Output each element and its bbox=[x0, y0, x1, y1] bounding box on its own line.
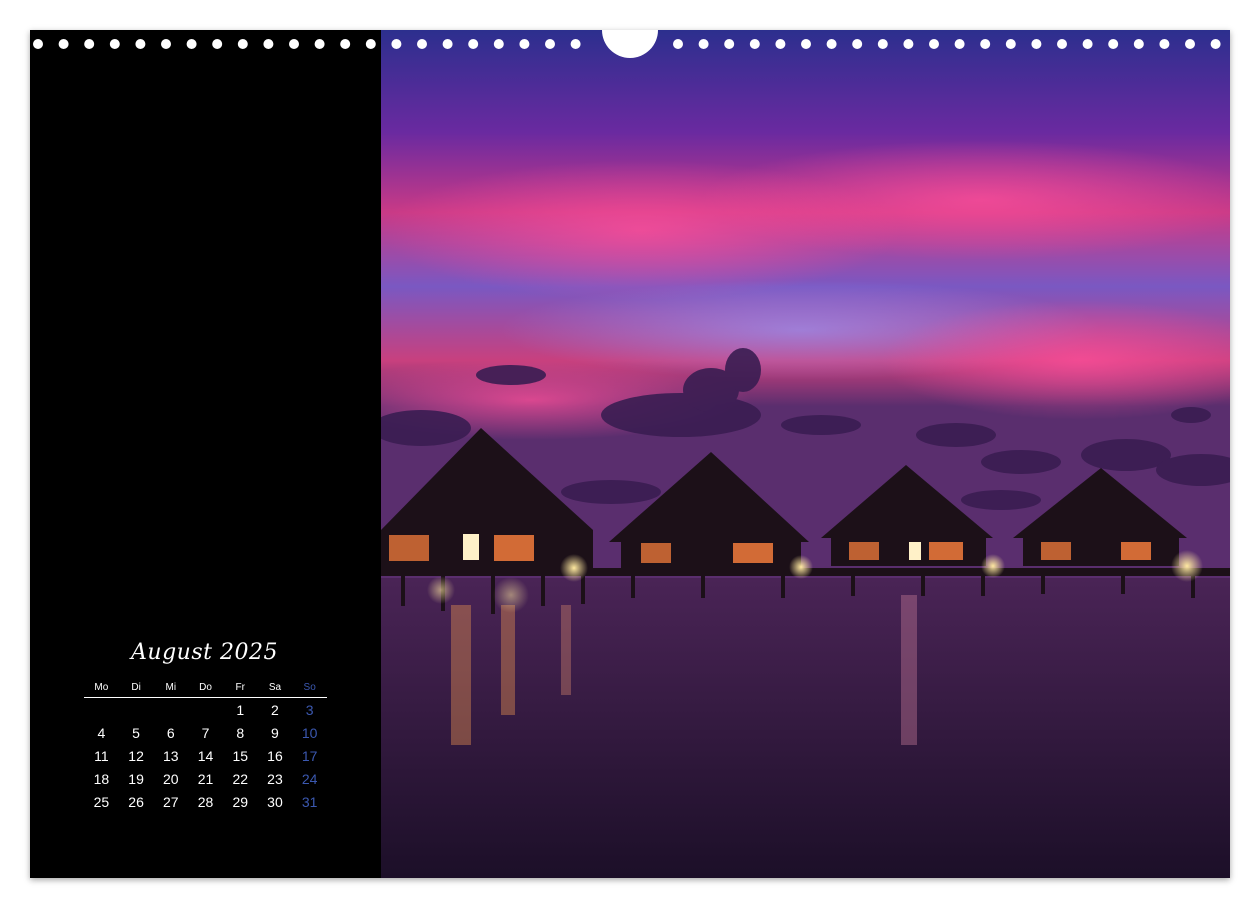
binding-hole bbox=[903, 39, 914, 49]
day-cell: 20 bbox=[163, 770, 179, 787]
day-cell: 14 bbox=[197, 747, 214, 764]
day-cell: 8 bbox=[236, 724, 245, 741]
binding-hole bbox=[570, 39, 581, 49]
binding-hole bbox=[1057, 39, 1067, 49]
weekday-label: Di bbox=[131, 682, 141, 693]
binding-hole bbox=[84, 39, 95, 49]
day-cell: 31 bbox=[301, 793, 318, 810]
day-cell: 24 bbox=[301, 770, 318, 787]
binding-hole bbox=[980, 39, 991, 49]
day-cell: 22 bbox=[232, 770, 249, 787]
day-cell: 1 bbox=[236, 701, 245, 718]
day-cell: 4 bbox=[97, 724, 106, 741]
binding-hole bbox=[775, 39, 786, 49]
day-cell: 27 bbox=[163, 793, 179, 810]
binding-hole bbox=[801, 39, 811, 49]
day-cell: 7 bbox=[201, 724, 210, 741]
day-cell: 5 bbox=[132, 724, 140, 741]
calendar-panel: August 2025 Mo Di Mi Do Fr Sa So 1 2 3 4 5 6 7 8 9 10 11… bbox=[30, 30, 381, 878]
weekday-label: Mo bbox=[94, 682, 109, 693]
day-cell: 21 bbox=[197, 770, 214, 787]
weekday-header: Mo Di Mi Do Fr Sa So bbox=[84, 682, 327, 698]
binding-hole bbox=[545, 39, 555, 49]
binding-hole bbox=[519, 39, 530, 49]
week-row: 4 5 6 7 8 9 10 bbox=[84, 721, 327, 744]
binding-hole bbox=[109, 39, 120, 49]
month-title: August 2025 bbox=[131, 640, 278, 665]
day-cell: 19 bbox=[128, 770, 144, 787]
binding-hole bbox=[212, 39, 223, 49]
binding-hole bbox=[1185, 39, 1195, 49]
week-row: 1 2 3 bbox=[84, 698, 327, 721]
weekday-label: Do bbox=[199, 682, 212, 693]
weekday-label: Sa bbox=[268, 682, 282, 693]
week-row: 18 19 20 21 22 23 24 bbox=[84, 767, 327, 790]
day-cell: 26 bbox=[128, 793, 144, 810]
binding-hole bbox=[698, 39, 709, 49]
binding-hole bbox=[1159, 39, 1170, 49]
binding-hole bbox=[289, 39, 299, 49]
month-grid: Mo Di Mi Do Fr Sa So 1 2 3 4 5 6 7 8 9 10 11 12 13 14 15 16 17… bbox=[84, 682, 327, 813]
day-cell: 23 bbox=[267, 770, 283, 787]
day-cell: 3 bbox=[305, 701, 314, 718]
weekday-label: So bbox=[303, 682, 316, 693]
calendar-page: August 2025 Mo Di Mi Do Fr Sa So 1 2 3 4 5 6 7 8 9 10 11… bbox=[30, 30, 1230, 878]
binding-hole bbox=[493, 39, 504, 49]
binding-hole bbox=[58, 39, 69, 49]
binding-hole bbox=[852, 39, 863, 49]
day-cell: 12 bbox=[128, 747, 144, 764]
binding-hole bbox=[1210, 39, 1221, 49]
day-cell: 25 bbox=[93, 793, 110, 810]
binding-hole bbox=[417, 39, 427, 49]
weekday-label: Fr bbox=[235, 682, 245, 693]
binding-hole bbox=[954, 39, 965, 49]
weeks: 1 2 3 4 5 6 7 8 9 10 11 12 13 14 15 16 17 18 19 20 21 22 23 24 2… bbox=[84, 698, 327, 813]
binding-hole bbox=[929, 39, 939, 49]
binding-hole bbox=[1031, 39, 1042, 49]
binding-hole bbox=[263, 39, 274, 49]
week-row: 25 26 27 28 29 30 31 bbox=[84, 790, 327, 813]
binding-hole bbox=[33, 39, 43, 49]
binding-hole bbox=[391, 39, 402, 49]
binding-hole bbox=[877, 39, 888, 49]
sunset-bungalow-photo bbox=[381, 30, 1230, 878]
binding-hole bbox=[340, 39, 351, 49]
binding-hole bbox=[1108, 39, 1119, 49]
day-cell: 9 bbox=[271, 724, 279, 741]
day-cell: 15 bbox=[232, 747, 249, 764]
binding-hole bbox=[186, 39, 197, 49]
day-cell: 18 bbox=[93, 770, 110, 787]
day-cell: 17 bbox=[301, 747, 318, 764]
day-cell: 30 bbox=[267, 793, 283, 810]
day-cell: 29 bbox=[232, 793, 249, 810]
binding-hole bbox=[1005, 39, 1016, 49]
day-cell: 11 bbox=[94, 747, 109, 764]
binding-hole bbox=[749, 39, 760, 49]
week-row: 11 12 13 14 15 16 17 bbox=[84, 744, 327, 767]
binding-hole bbox=[1082, 39, 1093, 49]
binding-hole bbox=[365, 39, 376, 49]
binding-hole bbox=[826, 39, 837, 49]
binding-hole bbox=[1133, 39, 1144, 49]
day-cell: 28 bbox=[197, 793, 214, 810]
day-cell: 13 bbox=[163, 747, 179, 764]
weekday-label: Mi bbox=[165, 682, 177, 693]
binding-hole bbox=[442, 39, 453, 49]
binding-hole bbox=[724, 39, 735, 49]
day-cell: 6 bbox=[166, 724, 175, 741]
binding-hole bbox=[237, 39, 248, 49]
binding-hole bbox=[468, 39, 479, 49]
day-cell: 2 bbox=[271, 701, 279, 718]
binding-hole bbox=[673, 39, 683, 49]
binding-hole bbox=[135, 39, 146, 49]
day-cell: 10 bbox=[301, 724, 318, 741]
binding-hole bbox=[314, 39, 325, 49]
day-cell: 16 bbox=[267, 747, 283, 764]
binding-hole bbox=[161, 39, 171, 49]
